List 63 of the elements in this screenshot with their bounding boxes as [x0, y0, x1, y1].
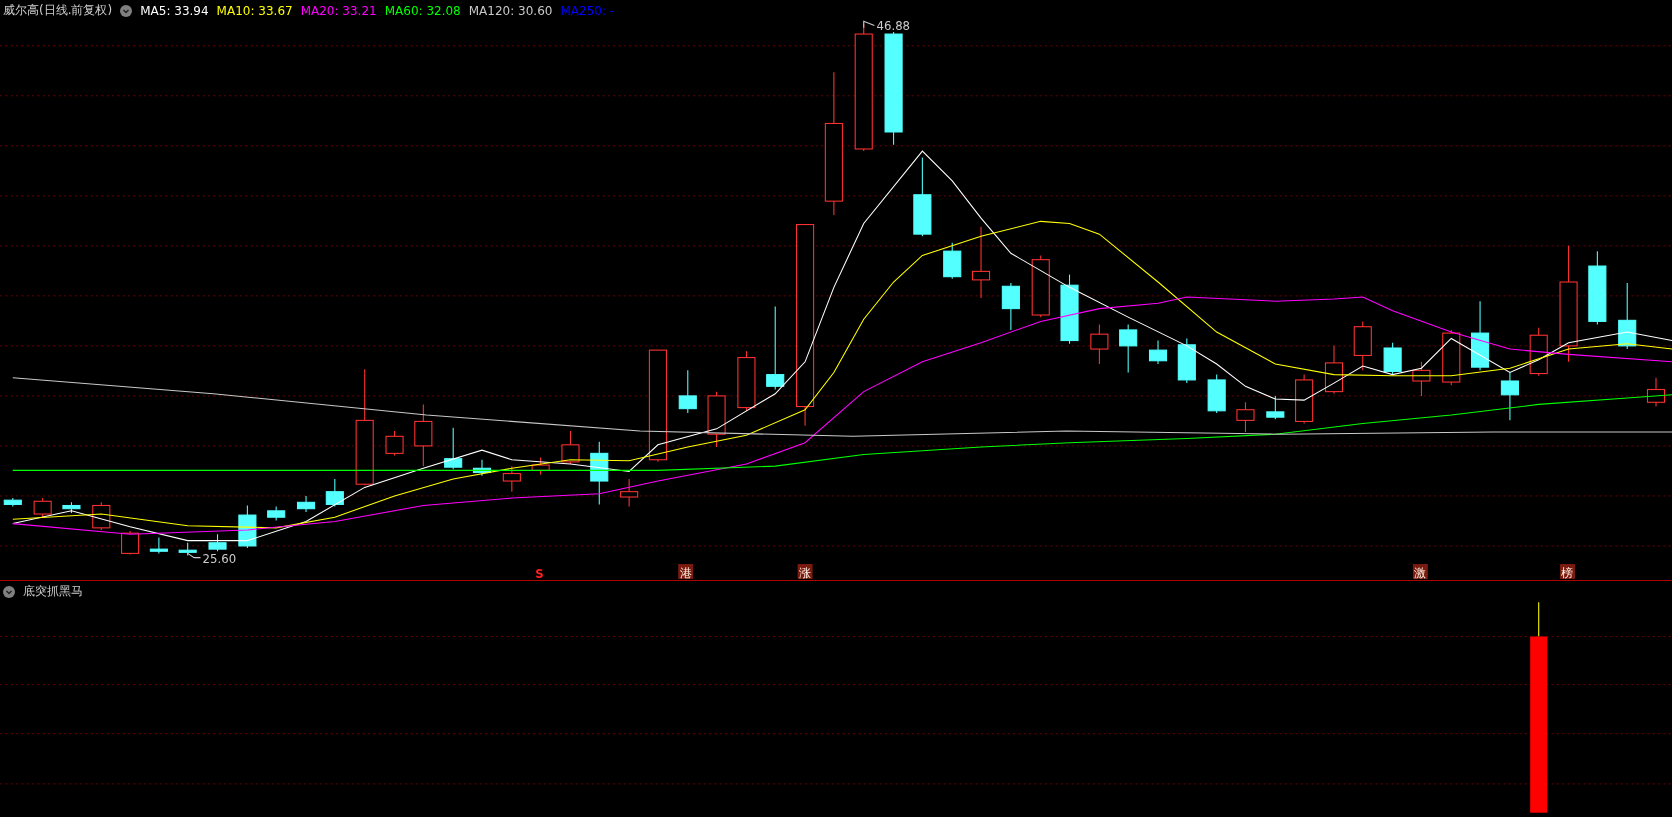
- candlestick: [737, 350, 756, 412]
- indicator-title: 底突抓黑马: [23, 583, 83, 600]
- candlestick: [1177, 337, 1196, 384]
- candlestick: [208, 533, 227, 552]
- candlestick: [620, 478, 639, 508]
- candlestick: [296, 495, 316, 513]
- candlestick: [33, 497, 52, 518]
- candlestick: [92, 501, 111, 531]
- candlestick: [590, 441, 609, 505]
- candlestick: [472, 459, 492, 477]
- candlestick: [678, 369, 697, 414]
- candlestick: [325, 478, 344, 508]
- candlestick: [1090, 324, 1109, 365]
- candlestick: [1236, 401, 1255, 433]
- candlestick: [1207, 374, 1226, 414]
- candlestick: [1001, 282, 1020, 331]
- event-marker: 榜: [1560, 564, 1575, 580]
- candlestick: [149, 536, 168, 554]
- candlestick: [444, 427, 463, 470]
- event-marker: 涨: [797, 564, 813, 580]
- candlestick: [1353, 320, 1372, 371]
- moving-average-value: MA20: 33.21: [300, 3, 377, 18]
- moving-average-value: MA10: 33.67: [216, 3, 293, 18]
- signal-marker: S: [535, 566, 544, 580]
- candlestick: [385, 430, 404, 457]
- dropdown-icon[interactable]: [3, 585, 15, 598]
- high-price-label: 46.88: [863, 18, 911, 33]
- candlestick: [943, 242, 962, 280]
- candlestick: [238, 504, 257, 549]
- candlestick: [502, 465, 521, 493]
- candlestick: [531, 457, 550, 476]
- candlestick: [1031, 254, 1050, 318]
- candlestick: [707, 391, 726, 448]
- candlestick: [1324, 345, 1344, 395]
- candlestick: [178, 542, 197, 557]
- moving-average-value: MA60: 32.08: [384, 3, 461, 18]
- moving-average-value: MA120: 30.60: [468, 3, 553, 18]
- dropdown-icon[interactable]: [120, 4, 133, 17]
- event-marker: 港: [678, 564, 694, 580]
- candlestick: [1412, 361, 1431, 397]
- low-price-label: 25.60: [187, 552, 237, 566]
- candlestick: [1266, 395, 1285, 420]
- chart-title: 威尔高(日线.前复权): [3, 2, 113, 19]
- event-marker: 激: [1412, 564, 1428, 580]
- candlestick: [1529, 327, 1548, 377]
- candlestick: [1148, 340, 1168, 365]
- moving-average-value: MA5: 33.94: [140, 3, 209, 18]
- candlestick: [561, 430, 580, 465]
- candlestick: [1295, 374, 1314, 425]
- candlestick: [414, 403, 433, 467]
- candlestick: [1119, 324, 1138, 373]
- candlestick: [1442, 329, 1461, 386]
- candlestick: [1060, 274, 1079, 345]
- candlestick: [3, 497, 22, 508]
- candlestick: [1500, 371, 1519, 421]
- candlestick: [1471, 300, 1490, 371]
- moving-average-value: MA250: -: [560, 3, 615, 18]
- candlestick: [267, 506, 286, 521]
- candlestick: [121, 530, 140, 555]
- candlestick: [1383, 342, 1402, 376]
- candlestick: [62, 501, 81, 514]
- candlestick: [1618, 282, 1637, 350]
- candlestick: [1646, 377, 1666, 408]
